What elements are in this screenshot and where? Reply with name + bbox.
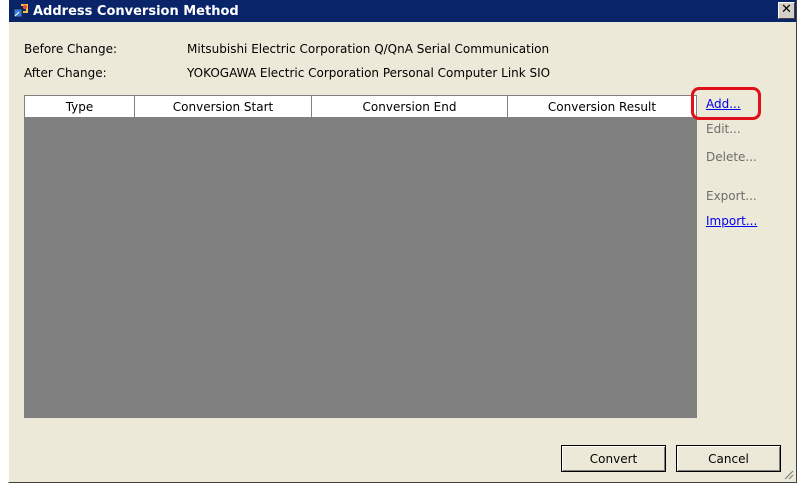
- table-header: Type Conversion Start Conversion End Con…: [25, 96, 696, 118]
- delete-link[interactable]: Delete...: [706, 150, 757, 164]
- title-bar: Address Conversion Method ✕: [9, 0, 796, 22]
- add-link[interactable]: Add...: [706, 97, 741, 111]
- before-change-label: Before Change:: [24, 42, 118, 56]
- convert-button[interactable]: Convert: [561, 445, 666, 472]
- conversion-table[interactable]: Type Conversion Start Conversion End Con…: [24, 95, 697, 418]
- after-change-label: After Change:: [24, 66, 107, 80]
- column-header-conversion-end[interactable]: Conversion End: [312, 96, 508, 117]
- address-conversion-dialog: Address Conversion Method ✕ Before Chang…: [8, 0, 797, 483]
- cancel-button[interactable]: Cancel: [676, 445, 781, 472]
- close-button[interactable]: ✕: [778, 2, 795, 19]
- column-header-type[interactable]: Type: [25, 96, 135, 117]
- before-change-value: Mitsubishi Electric Corporation Q/QnA Se…: [187, 42, 550, 56]
- close-icon: ✕: [781, 2, 792, 17]
- resize-grip-icon[interactable]: [782, 468, 794, 480]
- column-header-conversion-start[interactable]: Conversion Start: [135, 96, 312, 117]
- window-title: Address Conversion Method: [33, 3, 239, 19]
- after-change-value: YOKOGAWA Electric Corporation Personal C…: [187, 66, 551, 80]
- export-link[interactable]: Export...: [706, 189, 757, 203]
- edit-link[interactable]: Edit...: [706, 122, 741, 136]
- app-icon: [13, 4, 28, 18]
- column-header-conversion-result[interactable]: Conversion Result: [508, 96, 696, 117]
- import-link[interactable]: Import...: [706, 214, 757, 228]
